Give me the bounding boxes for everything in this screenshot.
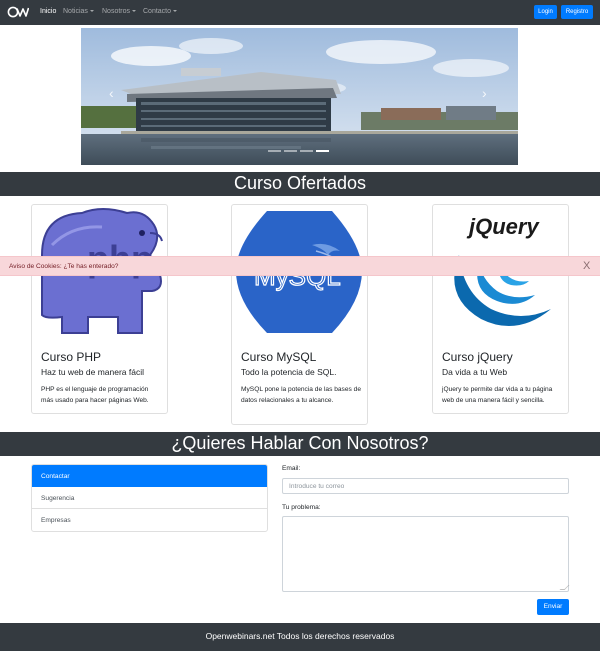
chevron-down-icon (132, 10, 137, 12)
chevron-down-icon (173, 10, 178, 12)
top-navbar: Inicio Noticias Nosotros Contacto Login … (0, 0, 600, 25)
nav-nosotros[interactable]: Nosotros (102, 8, 137, 15)
nav-inicio[interactable]: Inicio (40, 8, 56, 15)
nav-noticias[interactable]: Noticias (63, 8, 94, 15)
email-field[interactable] (282, 478, 569, 494)
tab-empresas[interactable]: Empresas (32, 509, 267, 531)
course-card-jquery: jQuery Curso jQuery Da vida a tu Web jQu… (432, 204, 569, 414)
login-button[interactable]: Login (534, 5, 557, 19)
card-title: Curso jQuery (442, 350, 513, 364)
tab-contactar[interactable]: Contactar (32, 465, 267, 487)
card-text: jQuery te permite dar vida a tu página w… (442, 386, 553, 404)
nav-nosotros-label: Nosotros (102, 8, 131, 15)
carousel-indicator[interactable] (300, 150, 313, 152)
nav-contacto[interactable]: Contacto (143, 8, 178, 15)
courses-heading: Curso Ofertados (0, 172, 600, 196)
card-text: MySQL pone la potencia de las bases de d… (241, 386, 361, 404)
ow-logo[interactable] (7, 5, 29, 19)
tab-sugerencia[interactable]: Sugerencia (32, 487, 267, 509)
card-subtitle: Todo la potencia de SQL. (241, 367, 337, 377)
chevron-right-icon[interactable]: › (482, 86, 487, 100)
hero-carousel: ‹ › (81, 28, 518, 165)
register-button[interactable]: Registro (561, 5, 593, 19)
nav-contacto-label: Contacto (143, 8, 172, 15)
close-icon[interactable]: X (583, 260, 590, 272)
email-label: Email: (282, 465, 301, 472)
contact-heading: ¿Quieres Hablar Con Nosotros? (0, 432, 600, 456)
problem-label: Tu problema: (282, 504, 321, 511)
contact-tabs: Contactar Sugerencia Empresas (31, 464, 268, 532)
jquery-logo-text: jQuery (466, 214, 540, 239)
footer-text: Openwebinars.net Todos los derechos rese… (205, 631, 395, 641)
card-subtitle: Haz tu web de manera fácil (41, 367, 144, 377)
course-card-mysql: MySQL Curso MySQL Todo la potencia de SQ… (231, 204, 368, 425)
course-card-php: php Curso PHP Haz tu web de manera fácil… (31, 204, 168, 414)
card-text: PHP es el lenguaje de programación más u… (41, 386, 149, 404)
submit-button[interactable]: Enviar (537, 599, 569, 615)
problem-textarea[interactable] (282, 516, 569, 592)
chevron-left-icon[interactable]: ‹ (109, 86, 114, 100)
carousel-indicator[interactable] (268, 150, 281, 152)
cookie-alert: Aviso de Cookies: ¿Te has enterado? X (0, 256, 600, 276)
nav-noticias-label: Noticias (63, 8, 88, 15)
opera-house-waterfront-photo (81, 28, 518, 165)
card-title: Curso PHP (41, 350, 102, 364)
carousel-indicator[interactable] (284, 150, 297, 152)
cookie-alert-text: Aviso de Cookies: ¿Te has enterado? (9, 263, 119, 270)
carousel-indicator-active[interactable] (316, 150, 329, 152)
card-title: Curso MySQL (241, 350, 317, 364)
chevron-down-icon (89, 10, 94, 12)
card-subtitle: Da vida a tu Web (442, 367, 508, 377)
footer: Openwebinars.net Todos los derechos rese… (0, 623, 600, 651)
